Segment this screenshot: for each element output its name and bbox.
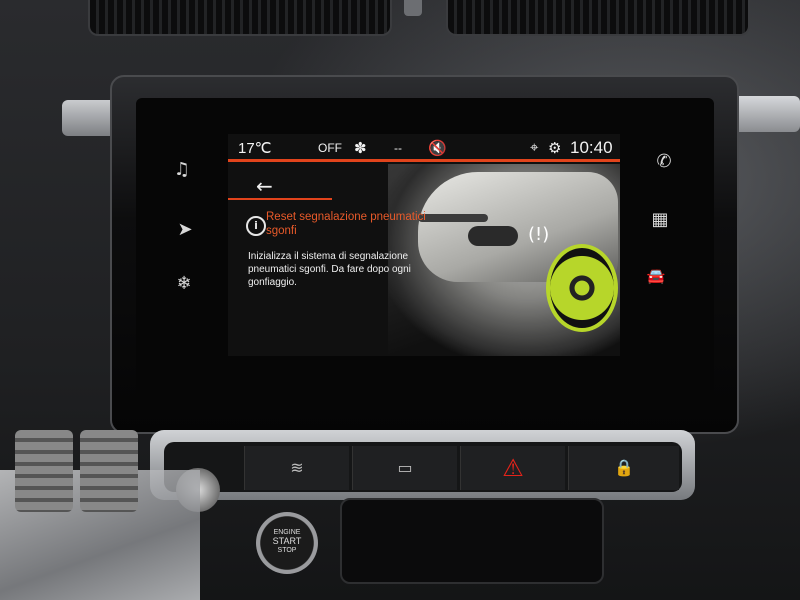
status-bar: 17℃ OFF ✽ -- 🔇 ⌖ ⚙ 10:40	[228, 134, 620, 160]
car-headlight-illustration	[468, 226, 518, 246]
storage-cubby	[340, 498, 604, 584]
windshield-defrost-button[interactable]: ≋	[244, 446, 349, 490]
location-pin-icon[interactable]: ⌖	[530, 139, 538, 156]
door-lock-icon: 🔒	[614, 458, 634, 477]
left-pedal	[15, 430, 73, 512]
vent-control-knob[interactable]	[404, 0, 422, 16]
tire-pressure-icon: (!)	[528, 224, 549, 245]
status-divider	[228, 159, 620, 162]
windshield-defrost-icon: ≋	[290, 458, 303, 477]
car-grille-illustration	[418, 214, 488, 222]
engine-start-stop-button[interactable]: ENGINE START STOP	[256, 512, 318, 574]
door-lock-button[interactable]: 🔒	[568, 446, 679, 490]
info-icon: i	[246, 216, 266, 236]
hazard-icon: ⚠	[502, 454, 524, 482]
infotainment-screen: 17℃ OFF ✽ -- 🔇 ⌖ ⚙ 10:40 (!) ← i Reset s…	[228, 134, 620, 356]
start-label-line2: START	[256, 537, 318, 546]
hazard-button[interactable]: ⚠	[460, 446, 565, 490]
climate-icon[interactable]: ❄	[172, 274, 196, 294]
apps-grid-icon[interactable]: ▦	[648, 210, 672, 230]
car-icon[interactable]: 🚘	[644, 266, 668, 286]
back-arrow-icon[interactable]: ←	[256, 174, 273, 198]
title-divider	[228, 198, 332, 200]
temperature-readout[interactable]: 17℃	[238, 139, 272, 157]
fan-level: --	[394, 141, 402, 155]
fan-icon[interactable]: ✽	[354, 139, 367, 157]
start-label-line3: STOP	[256, 546, 318, 555]
ac-state[interactable]: OFF	[318, 141, 342, 155]
phone-icon[interactable]: ✆	[652, 152, 676, 172]
rear-defrost-button[interactable]: ▭	[352, 446, 457, 490]
gear-icon[interactable]: ⚙	[548, 139, 561, 157]
navigation-icon[interactable]: ➤	[173, 220, 197, 240]
rear-defrost-icon: ▭	[397, 458, 412, 477]
clock: 10:40	[570, 138, 613, 158]
left-air-vent	[88, 0, 392, 36]
reset-tire-warning-description: Inizializza il sistema di segnalazione p…	[248, 250, 448, 289]
right-air-vent	[446, 0, 750, 36]
right-pedal	[80, 430, 138, 512]
start-button-label: ENGINE START STOP	[256, 528, 318, 555]
muted-speaker-icon[interactable]: 🔇	[428, 139, 447, 157]
highlighted-tire-illustration	[546, 244, 618, 332]
reset-tire-warning-title[interactable]: Reset segnalazione pneumatici sgonfi	[266, 210, 426, 238]
music-note-icon[interactable]: ♫	[170, 160, 194, 180]
